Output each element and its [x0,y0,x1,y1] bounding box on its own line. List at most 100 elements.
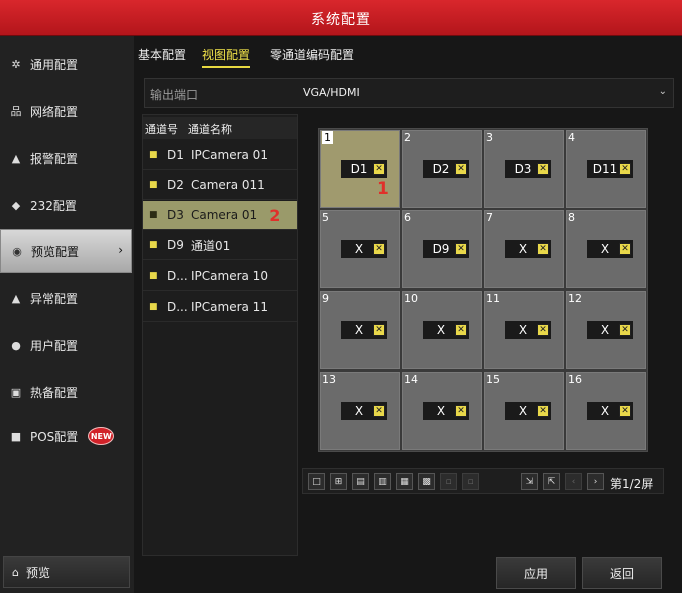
close-icon[interactable]: ✕ [619,243,631,255]
channel-num: D1 [167,148,184,162]
close-icon[interactable]: ✕ [455,324,467,336]
output-port-select[interactable]: 输出端口 VGA/HDMI ⌄ [144,78,674,108]
cell-channel-label: X [354,404,364,418]
sidebar-item-label: POS配置 [30,429,79,444]
sidebar-item-label: 通用配置 [30,57,79,72]
close-icon[interactable]: ✕ [455,243,467,255]
layout-9-icon[interactable]: ▦ [396,473,413,490]
channel-name: 通道01 [191,238,231,253]
channel-row[interactable]: ■ D... IPCamera 10 [143,262,297,291]
close-icon[interactable]: ✕ [373,405,385,417]
cell-channel: X ✕ [505,402,551,420]
fill-icon[interactable]: ⇲ [521,473,538,490]
close-icon[interactable]: ✕ [619,405,631,417]
cell-index: 4 [568,131,575,144]
channel-row-selected[interactable]: ■ D3 Camera 01 2 [143,201,297,230]
grid-cell[interactable]: 16 X ✕ [566,372,646,450]
channel-num: D3 [167,208,184,222]
apply-button[interactable]: 应用 [496,557,576,589]
chevron-left-icon[interactable]: ‹ [565,473,582,490]
preview-button[interactable]: ⌂ 预览 [3,556,130,588]
sidebar-item-label: 热备配置 [30,385,79,400]
sidebar-item-pos[interactable]: ■ POS配置 NEW [0,414,132,458]
close-icon[interactable]: ✕ [455,163,467,175]
cell-index: 1 [322,131,333,144]
close-icon[interactable]: ✕ [537,405,549,417]
close-icon[interactable]: ✕ [537,163,549,175]
cell-channel-label: X [600,242,610,256]
layout-6-icon[interactable]: ▤ [352,473,369,490]
grid-cell[interactable]: 9 X ✕ [320,291,400,369]
sidebar-item-preview-config[interactable]: ◉ 预览配置 › [0,229,132,273]
sidebar-item-general[interactable]: ✲ 通用配置 [0,42,132,86]
cell-channel: D11 ✕ [587,160,633,178]
cell-channel-label: D2 [432,162,450,176]
camera-icon: ■ [149,180,158,190]
cell-index: 16 [568,373,582,386]
sidebar-item-hot-backup[interactable]: ▣ 热备配置 [0,370,132,414]
layout-25-icon[interactable]: ▫ [440,473,457,490]
channel-name: IPCamera 10 [191,269,268,283]
close-icon[interactable]: ✕ [537,324,549,336]
grid-cell[interactable]: 13 X ✕ [320,372,400,450]
sidebar-item-232[interactable]: ◆ 232配置 [0,183,132,227]
layout-36-icon[interactable]: ▫ [462,473,479,490]
close-icon[interactable]: ✕ [619,324,631,336]
sidebar-item-users[interactable]: ● 用户配置 [0,323,132,367]
channel-name: Camera 01 [191,208,258,222]
layout-16-icon[interactable]: ▩ [418,473,435,490]
network-icon: 品 [10,105,22,118]
channel-row[interactable]: ■ D2 Camera 011 [143,171,297,200]
tab-basic[interactable]: 基本配置 [138,46,186,68]
grid-cell[interactable]: 12 X ✕ [566,291,646,369]
layout-4-icon[interactable]: ⊞ [330,473,347,490]
layout-1-icon[interactable]: □ [308,473,325,490]
sidebar-item-exception[interactable]: ▲ 异常配置 [0,276,132,320]
layout-8-icon[interactable]: ▥ [374,473,391,490]
grid-cell[interactable]: 7 X ✕ [484,210,564,288]
cell-index: 9 [322,292,329,305]
back-button[interactable]: 返回 [582,557,662,589]
close-icon[interactable]: ✕ [619,163,631,175]
header-channel-name: 通道名称 [188,123,232,136]
tab-view[interactable]: 视图配置 [202,46,251,68]
grid-cell[interactable]: 14 X ✕ [402,372,482,450]
close-icon[interactable]: ✕ [373,163,385,175]
channel-list-header: 通道号 通道名称 [143,117,297,139]
cell-channel-label: X [518,404,528,418]
grid-cell[interactable]: 10 X ✕ [402,291,482,369]
grid-cell[interactable]: 8 X ✕ [566,210,646,288]
channel-num: D... [167,300,188,314]
cell-channel: D1 ✕ [341,160,387,178]
grid-cell[interactable]: 11 X ✕ [484,291,564,369]
channel-num: D... [167,269,188,283]
grid-cell[interactable]: 15 X ✕ [484,372,564,450]
channel-num: D2 [167,178,184,192]
clear-icon[interactable]: ⇱ [543,473,560,490]
channel-row[interactable]: ■ D1 IPCamera 01 [143,141,297,170]
page-indicator: 第1/2屏 [610,477,654,491]
grid-cell[interactable]: 6 D9 ✕ [402,210,482,288]
close-icon[interactable]: ✕ [373,324,385,336]
cell-channel-label: D9 [432,242,450,256]
grid-cell[interactable]: 3 D3 ✕ [484,130,564,208]
close-icon[interactable]: ✕ [455,405,467,417]
cell-channel: X ✕ [423,402,469,420]
chevron-right-icon[interactable]: › [587,473,604,490]
close-icon[interactable]: ✕ [537,243,549,255]
window-title: 系统配置 [311,12,371,28]
tab-zero-channel[interactable]: 零通道编码配置 [270,46,354,68]
sidebar-item-label: 报警配置 [30,151,79,166]
grid-cell[interactable]: 4 D11 ✕ [566,130,646,208]
cell-index: 11 [486,292,500,305]
grid-cell[interactable]: 1 D1 ✕ 1 [320,130,400,208]
channel-row[interactable]: ■ D... IPCamera 11 [143,293,297,322]
sidebar-item-network[interactable]: 品 网络配置 [0,89,132,133]
grid-cell[interactable]: 2 D2 ✕ [402,130,482,208]
cell-index: 7 [486,211,493,224]
close-icon[interactable]: ✕ [373,243,385,255]
grid-cell[interactable]: 5 X ✕ [320,210,400,288]
sidebar-item-alarm[interactable]: ▲ 报警配置 [0,136,132,180]
cell-index: 5 [322,211,329,224]
channel-row[interactable]: ■ D9 通道01 [143,231,297,260]
